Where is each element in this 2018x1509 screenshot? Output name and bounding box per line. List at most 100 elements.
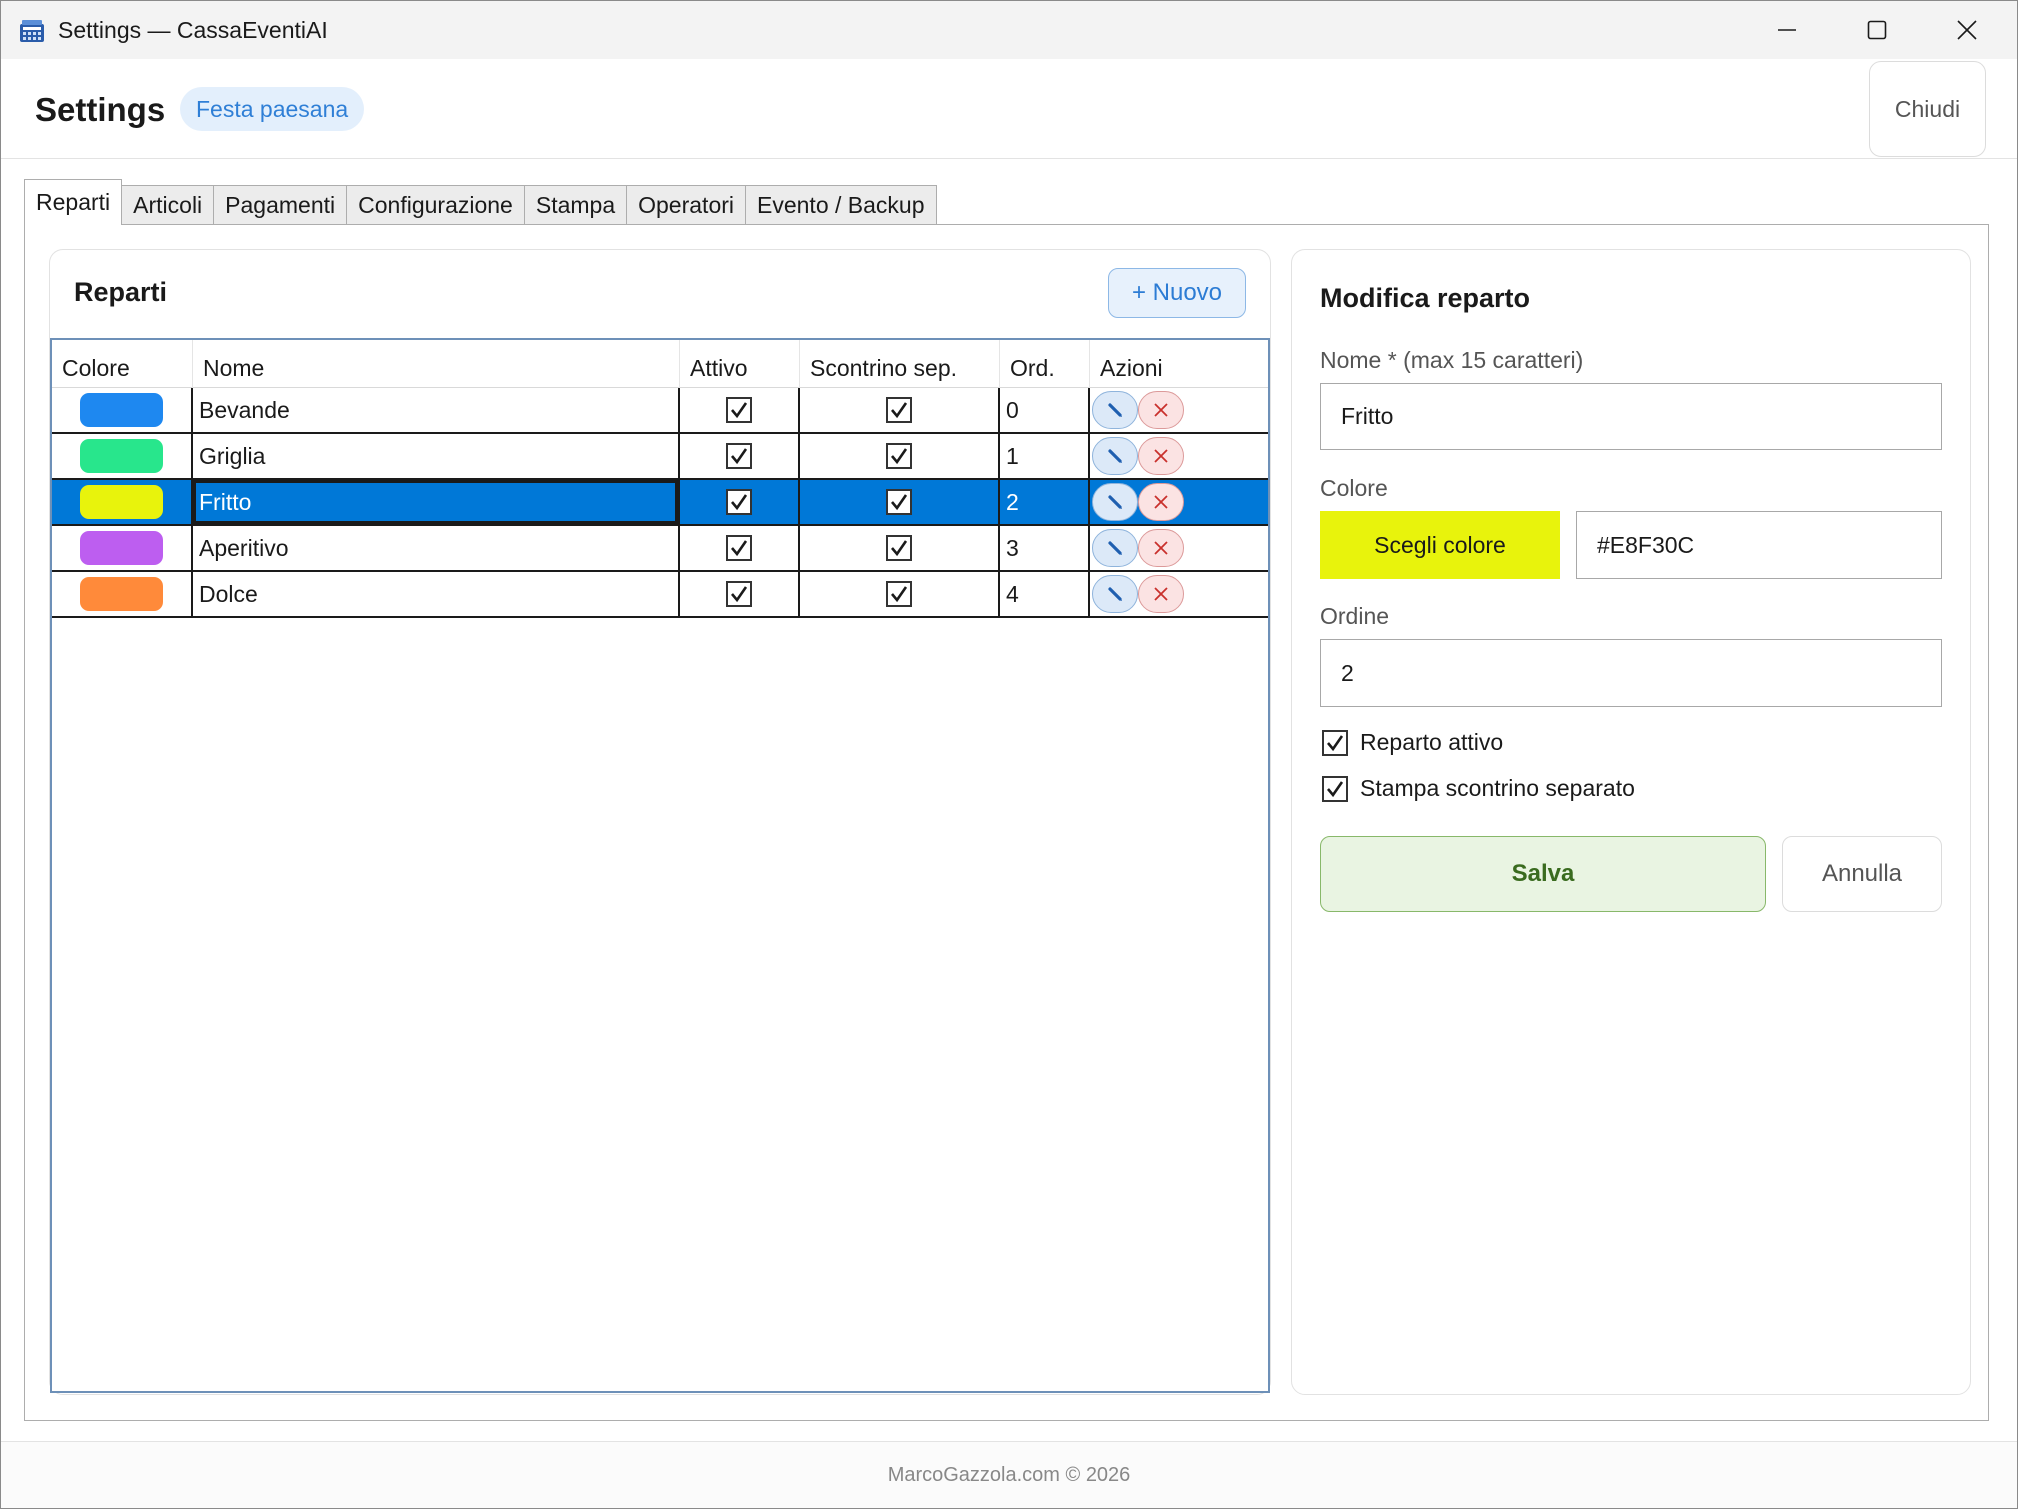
- row-separate-checkbox[interactable]: [886, 581, 912, 607]
- row-active-checkbox[interactable]: [726, 489, 752, 515]
- separate-cell[interactable]: [800, 526, 1000, 570]
- column-header-scontrino[interactable]: Scontrino sep.: [800, 340, 1000, 388]
- department-name: Aperitivo: [199, 534, 289, 561]
- table-row[interactable]: Dolce 4: [52, 572, 1268, 618]
- separate-cell[interactable]: [800, 480, 1000, 524]
- window-close-button[interactable]: [1921, 1, 2013, 59]
- name-cell[interactable]: Bevande: [193, 388, 680, 432]
- column-header-nome[interactable]: Nome: [193, 340, 680, 388]
- row-active-checkbox[interactable]: [726, 397, 752, 423]
- delete-row-button[interactable]: [1138, 575, 1184, 613]
- title-bar: Settings — CassaEventiAI: [1, 1, 2017, 59]
- active-cell[interactable]: [680, 388, 800, 432]
- delete-icon: [1154, 403, 1168, 417]
- color-swatch: [80, 439, 163, 473]
- row-separate-checkbox[interactable]: [886, 443, 912, 469]
- order-cell: 3: [1000, 526, 1090, 570]
- delete-row-button[interactable]: [1138, 391, 1184, 429]
- name-cell[interactable]: Dolce: [193, 572, 680, 616]
- new-department-button[interactable]: + Nuovo: [1108, 268, 1246, 318]
- actions-cell: [1090, 526, 1268, 570]
- pencil-icon: [1108, 495, 1122, 509]
- tab-evento-backup[interactable]: Evento / Backup: [745, 185, 937, 225]
- settings-window: Settings — CassaEventiAI Settings Festa …: [0, 0, 2018, 1509]
- department-order: 0: [1006, 396, 1019, 423]
- tab-reparti[interactable]: Reparti: [24, 179, 123, 225]
- column-header-attivo[interactable]: Attivo: [680, 340, 800, 388]
- pencil-icon: [1108, 587, 1122, 601]
- table-row[interactable]: Aperitivo 3: [52, 526, 1268, 572]
- edit-title: Modifica reparto: [1320, 283, 1531, 313]
- separate-receipt-checkbox[interactable]: [1322, 775, 1348, 802]
- row-active-checkbox[interactable]: [726, 443, 752, 469]
- tab-pagamenti[interactable]: Pagamenti: [213, 185, 348, 225]
- choose-color-button[interactable]: Scegli colore: [1320, 511, 1560, 579]
- order-label: Ordine: [1320, 603, 1390, 629]
- active-cell[interactable]: [680, 480, 800, 524]
- name-cell[interactable]: Aperitivo: [193, 526, 680, 570]
- delete-icon: [1154, 495, 1168, 509]
- delete-row-button[interactable]: [1138, 529, 1184, 567]
- name-input[interactable]: Fritto: [1320, 383, 1942, 450]
- separate-receipt-checkbox-row[interactable]: Stampa scontrino separato: [1322, 775, 1635, 802]
- column-header-azioni: Azioni: [1100, 355, 1163, 381]
- active-checkbox-row[interactable]: Reparto attivo: [1322, 729, 1503, 756]
- edit-row-button[interactable]: [1092, 391, 1138, 429]
- cash-register-icon: [20, 20, 44, 42]
- actions-cell: [1090, 480, 1268, 524]
- active-cell[interactable]: [680, 526, 800, 570]
- active-checkbox[interactable]: [1322, 729, 1348, 756]
- table-row[interactable]: Bevande 0: [52, 388, 1268, 434]
- color-cell: [52, 526, 193, 570]
- checkmark-icon: [731, 448, 748, 465]
- table-row[interactable]: Fritto 2: [52, 480, 1268, 526]
- department-name: Griglia: [199, 442, 266, 469]
- color-swatch: [80, 485, 163, 519]
- row-active-checkbox[interactable]: [726, 535, 752, 561]
- delete-icon: [1154, 541, 1168, 555]
- tab-configurazione[interactable]: Configurazione: [346, 185, 525, 225]
- actions-cell: [1090, 388, 1268, 432]
- grid-header: Colore Nome Attivo Scontrino sep. Ord. A…: [52, 340, 1268, 388]
- tab-articoli[interactable]: Articoli: [121, 185, 215, 225]
- delete-row-button[interactable]: [1138, 437, 1184, 475]
- active-cell[interactable]: [680, 572, 800, 616]
- tab-stampa[interactable]: Stampa: [523, 185, 628, 225]
- delete-row-button[interactable]: [1138, 483, 1184, 521]
- department-order: 4: [1006, 580, 1019, 607]
- order-input[interactable]: 2: [1320, 639, 1942, 707]
- event-badge: Festa paesana: [180, 87, 365, 131]
- active-cell[interactable]: [680, 434, 800, 478]
- row-separate-checkbox[interactable]: [886, 535, 912, 561]
- edit-row-button[interactable]: [1092, 483, 1138, 521]
- maximize-button[interactable]: [1831, 1, 1923, 59]
- row-separate-checkbox[interactable]: [886, 489, 912, 515]
- separate-cell[interactable]: [800, 388, 1000, 432]
- edit-row-button[interactable]: [1092, 437, 1138, 475]
- color-cell: [52, 388, 193, 432]
- row-separate-checkbox[interactable]: [886, 397, 912, 423]
- departments-grid: Colore Nome Attivo Scontrino sep. Ord. A…: [50, 338, 1270, 1393]
- separate-cell[interactable]: [800, 434, 1000, 478]
- color-swatch: [80, 393, 163, 427]
- page-header: Settings Festa paesana Chiudi: [1, 59, 2017, 159]
- name-cell[interactable]: Fritto: [193, 480, 680, 524]
- minimize-button[interactable]: [1741, 1, 1833, 59]
- separate-cell[interactable]: [800, 572, 1000, 616]
- color-cell: [52, 434, 193, 478]
- edit-row-button[interactable]: [1092, 575, 1138, 613]
- row-active-checkbox[interactable]: [726, 581, 752, 607]
- name-cell[interactable]: Griglia: [193, 434, 680, 478]
- column-header-ord[interactable]: Ord.: [1000, 340, 1090, 388]
- tab-operatori[interactable]: Operatori: [626, 185, 746, 225]
- column-header-colore[interactable]: Colore: [52, 340, 193, 388]
- footer-credit: MarcoGazzola.com © 2026: [887, 1463, 1131, 1486]
- color-hex-input[interactable]: #E8F30C: [1576, 511, 1942, 579]
- edit-row-button[interactable]: [1092, 529, 1138, 567]
- checkmark-icon: [891, 448, 908, 465]
- table-row[interactable]: Griglia 1: [52, 434, 1268, 480]
- cancel-button[interactable]: Annulla: [1782, 836, 1942, 912]
- minimize-icon: [1778, 29, 1796, 31]
- save-button[interactable]: Salva: [1320, 836, 1766, 912]
- close-settings-button[interactable]: Chiudi: [1869, 61, 1986, 157]
